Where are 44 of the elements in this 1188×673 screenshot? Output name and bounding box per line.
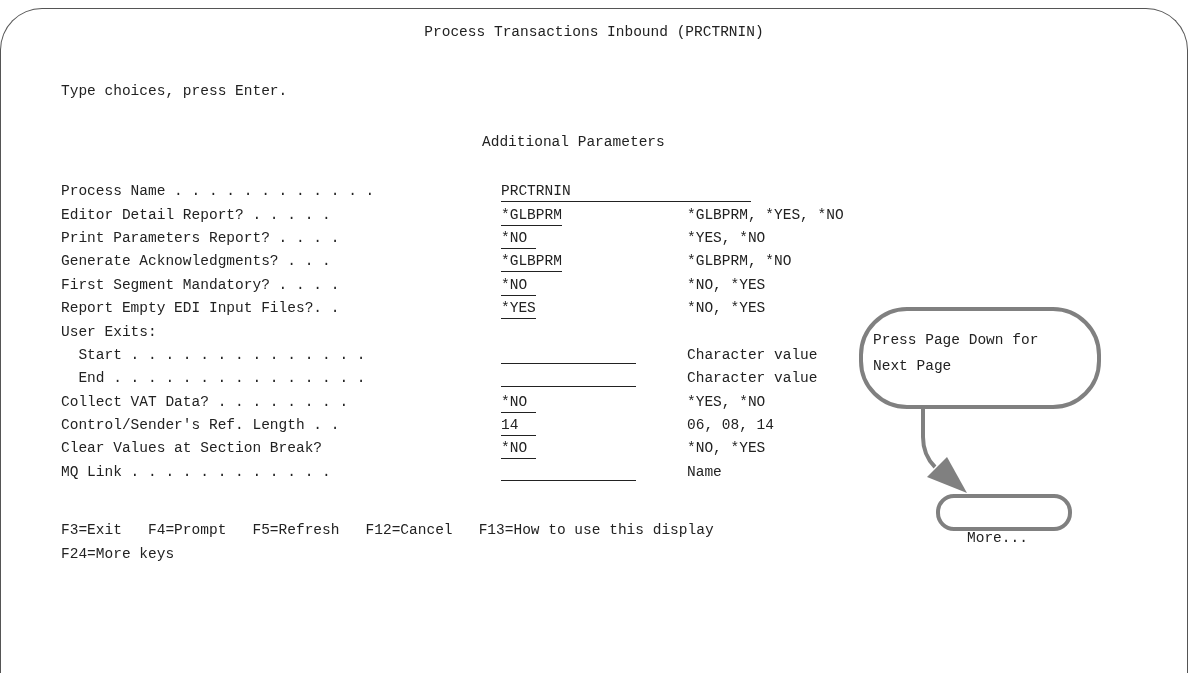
field-label: Generate Acknowledgments? . . . bbox=[61, 253, 331, 270]
allowed-values-text: *NO, *YES bbox=[687, 276, 766, 293]
allowed-values-text: *NO, *YES bbox=[687, 440, 766, 457]
function-key[interactable]: F4=Prompt bbox=[148, 519, 227, 543]
field-label: Report Empty EDI Input Files?. . bbox=[61, 300, 340, 317]
allowed-values-text: *GLBPRM, *NO bbox=[687, 253, 792, 270]
field-label: Print Parameters Report? . . . . bbox=[61, 229, 340, 246]
function-key[interactable]: F5=Refresh bbox=[252, 519, 340, 543]
input-field[interactable]: PRCTRNIN bbox=[501, 182, 751, 203]
input-field[interactable]: *NO bbox=[501, 392, 536, 413]
allowed-values-text: Character value bbox=[687, 346, 818, 363]
field-label: Process Name . . . . . . . . . . . . bbox=[61, 183, 375, 200]
instruction-text: Type choices, press Enter. bbox=[61, 83, 288, 100]
function-key[interactable]: F24=More keys bbox=[61, 542, 175, 567]
input-field[interactable]: *GLBPRM bbox=[501, 252, 562, 273]
field-label: Collect VAT Data? . . . . . . . . bbox=[61, 393, 349, 410]
field-label: User Exits: bbox=[61, 323, 157, 340]
input-field[interactable]: *NO bbox=[501, 228, 536, 249]
function-key[interactable]: F3=Exit bbox=[61, 519, 122, 543]
input-field[interactable]: *NO bbox=[501, 439, 536, 460]
allowed-values-text: *GLBPRM, *YES, *NO bbox=[687, 206, 844, 223]
allowed-values-text: 06, 08, 14 bbox=[687, 417, 774, 434]
section-title: Additional Parameters bbox=[482, 133, 665, 150]
screen-title: Process Transactions Inbound (PRCTRNIN) bbox=[424, 24, 764, 40]
function-key[interactable]: F12=Cancel bbox=[365, 519, 453, 543]
input-field[interactable]: *NO bbox=[501, 275, 536, 296]
input-field[interactable]: *GLBPRM bbox=[501, 205, 562, 226]
callout-bubble: Press Page Down for Next Page bbox=[859, 307, 1101, 409]
allowed-values-text: *NO, *YES bbox=[687, 300, 766, 317]
field-label: Editor Detail Report? . . . . . bbox=[61, 206, 331, 223]
input-field[interactable]: *YES bbox=[501, 299, 536, 320]
field-label: Clear Values at Section Break? bbox=[61, 440, 323, 457]
field-label: Control/Sender's Ref. Length . . bbox=[61, 417, 340, 434]
allowed-values-text: *YES, *NO bbox=[687, 229, 766, 246]
allowed-values-text: Name bbox=[687, 463, 722, 480]
field-label: Start . . . . . . . . . . . . . . bbox=[78, 346, 366, 363]
field-label: End . . . . . . . . . . . . . . . bbox=[78, 370, 366, 387]
field-label: MQ Link . . . . . . . . . . . . bbox=[61, 463, 331, 480]
function-key[interactable]: F13=How to use this display bbox=[478, 519, 714, 543]
allowed-values-text: *YES, *NO bbox=[687, 393, 766, 410]
more-indicator: More... bbox=[967, 529, 1028, 548]
input-field[interactable]: 14 bbox=[501, 416, 536, 437]
allowed-values-text: Character value bbox=[687, 370, 818, 387]
field-label: First Segment Mandatory? . . . . bbox=[61, 276, 340, 293]
